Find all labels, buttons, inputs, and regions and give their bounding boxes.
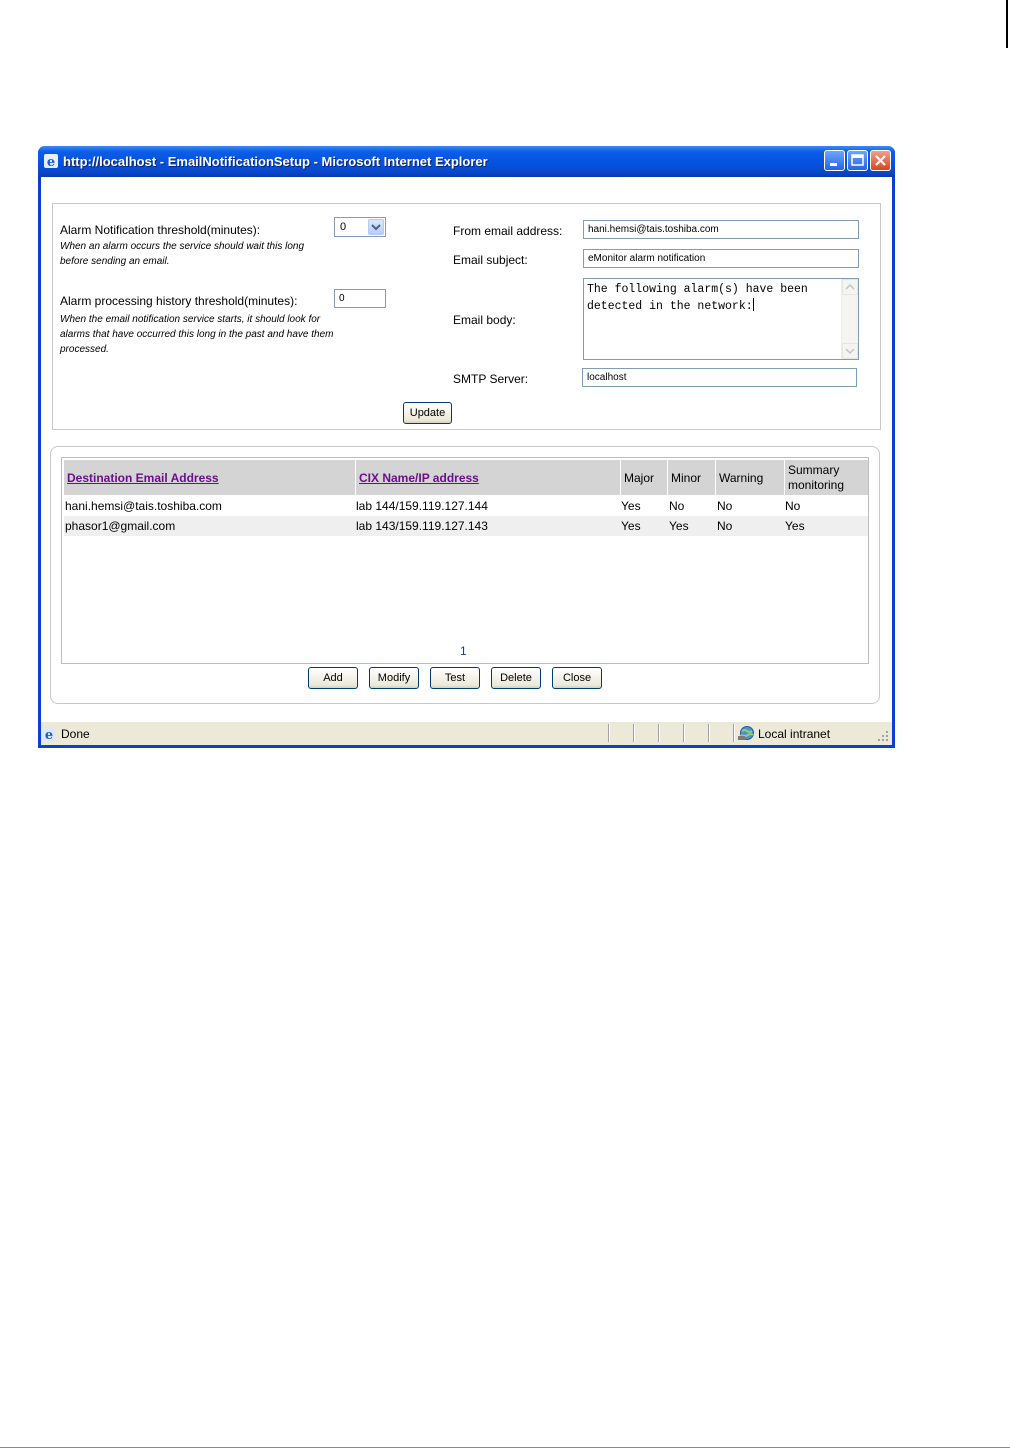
from-email-input[interactable]: hani.hemsi@tais.toshiba.com [583, 220, 859, 239]
svg-text:e: e [45, 728, 53, 742]
status-text: Done [61, 727, 90, 741]
table-header: Destination Email Address CIX Name/IP ad… [64, 460, 868, 495]
text-caret [752, 298, 754, 311]
page-icon: e [42, 727, 56, 742]
row-cix: lab 144/159.119.127.144 [356, 499, 488, 513]
col-destination-email[interactable]: Destination Email Address [64, 460, 354, 495]
table-row[interactable]: phasor1@gmail.com lab 143/159.119.127.14… [64, 516, 868, 536]
page-footer-rule [0, 1447, 1010, 1448]
status-divider [708, 724, 710, 742]
close-button[interactable]: Close [552, 667, 602, 689]
row-warning: No [717, 519, 733, 533]
row-minor: Yes [669, 519, 689, 533]
smtp-server-input[interactable]: localhost [582, 368, 857, 387]
security-zone: Local intranet [758, 727, 831, 741]
resize-grip-icon[interactable] [877, 730, 889, 742]
row-warning: No [717, 499, 733, 513]
sort-email-link[interactable]: Destination Email Address [67, 471, 219, 485]
history-threshold-input[interactable]: 0 [334, 289, 386, 308]
warning-header: Warning [719, 471, 764, 485]
maximize-icon[interactable] [847, 150, 868, 171]
email-subject-input[interactable]: eMonitor alarm notification [583, 249, 859, 268]
row-email: hani.hemsi@tais.toshiba.com [65, 499, 222, 513]
row-summary: Yes [785, 519, 805, 533]
email-subject-label: Email subject: [453, 253, 528, 267]
delete-button[interactable]: Delete [491, 667, 541, 689]
close-icon[interactable] [870, 150, 891, 171]
status-divider [608, 724, 610, 742]
add-button[interactable]: Add [308, 667, 358, 689]
settings-panel: Alarm Notification threshold(minutes): W… [52, 203, 881, 430]
alarm-threshold-label: Alarm Notification threshold(minutes): [60, 223, 261, 237]
alarm-threshold-select[interactable]: 0 [334, 217, 386, 237]
update-button[interactable]: Update [403, 402, 452, 424]
test-button[interactable]: Test [430, 667, 480, 689]
status-divider [733, 724, 735, 742]
col-minor: Minor [667, 460, 715, 495]
window-title: http://localhost - EmailNotificationSetu… [63, 154, 488, 169]
summary-header: Summary monitoring [788, 463, 845, 492]
alarm-threshold-value: 0 [340, 221, 347, 233]
ie-icon: e [44, 154, 58, 169]
minor-header: Minor [671, 471, 702, 485]
row-email: phasor1@gmail.com [65, 519, 176, 533]
page-edge-rule [1006, 0, 1008, 48]
from-email-label: From email address: [453, 224, 563, 238]
page-number-link[interactable]: 1 [460, 644, 467, 658]
status-divider [633, 724, 635, 742]
chevron-down-icon[interactable] [368, 219, 384, 235]
minimize-icon[interactable] [824, 150, 845, 171]
status-bar: e Done Local intranet [41, 721, 892, 745]
col-warning: Warning [715, 460, 784, 495]
scroll-down-icon[interactable] [842, 343, 858, 359]
row-major: Yes [621, 519, 641, 533]
dialog-content: Alarm Notification threshold(minutes): W… [41, 177, 892, 721]
history-threshold-label: Alarm processing history threshold(minut… [60, 294, 298, 308]
alarm-threshold-help: When an alarm occurs the service should … [60, 241, 305, 267]
recipients-table: Destination Email Address CIX Name/IP ad… [61, 457, 869, 664]
major-header: Major [624, 471, 655, 485]
history-threshold-help: When the email notification service star… [60, 314, 334, 355]
row-minor: No [669, 499, 685, 513]
title-bar[interactable]: e http://localhost - EmailNotificationSe… [38, 146, 895, 177]
col-summary: Summary monitoring [784, 460, 869, 495]
email-body-label: Email body: [453, 313, 516, 327]
col-cix-name[interactable]: CIX Name/IP address [355, 460, 620, 495]
row-summary: No [785, 499, 801, 513]
sort-cix-link[interactable]: CIX Name/IP address [359, 471, 479, 485]
status-divider [658, 724, 660, 742]
table-row[interactable]: hani.hemsi@tais.toshiba.com lab 144/159.… [64, 496, 868, 516]
row-major: Yes [621, 499, 641, 513]
browser-window: e http://localhost - EmailNotificationSe… [38, 146, 895, 748]
scroll-up-icon[interactable] [842, 279, 858, 295]
svg-text:e: e [47, 155, 55, 169]
email-body-textarea[interactable]: The following alarm(s) have been detecte… [583, 278, 859, 360]
vertical-scrollbar[interactable] [841, 279, 858, 359]
col-major: Major [620, 460, 667, 495]
row-cix: lab 143/159.119.127.143 [356, 519, 488, 533]
smtp-server-label: SMTP Server: [453, 372, 529, 386]
globe-icon [738, 726, 754, 740]
status-divider [683, 724, 685, 742]
modify-button[interactable]: Modify [369, 667, 419, 689]
email-body-text: The following alarm(s) have been detecte… [587, 283, 808, 313]
